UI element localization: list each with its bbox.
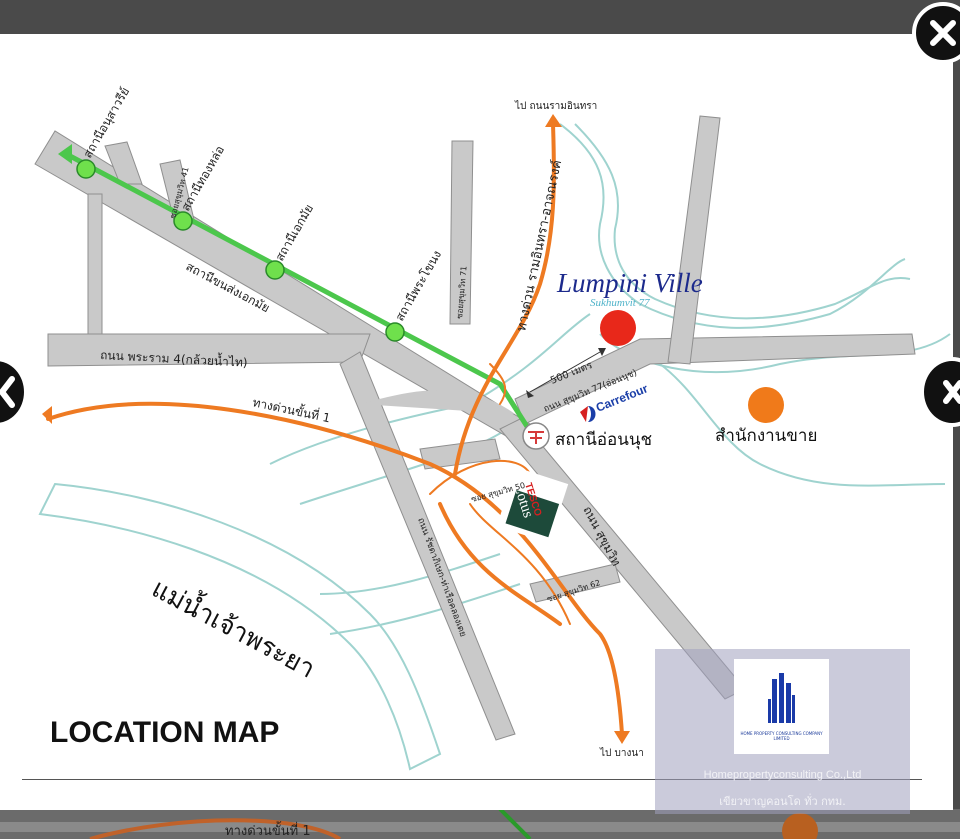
close-button[interactable] <box>912 2 960 64</box>
to-bangna-label: ไป บางนา <box>599 747 644 759</box>
sales-office-label: สำนักงานขาย <box>715 426 817 446</box>
company-logo: HOME PROPERTY CONSULTING COMPANY LIMITED <box>734 659 829 754</box>
map-title: LOCATION MAP <box>50 716 279 749</box>
expressway-ramintra-label: ทางด่วน รามอินทรา-อาจณรงค์ <box>513 158 565 332</box>
next-button[interactable] <box>920 357 960 427</box>
station-marker <box>265 260 285 280</box>
road-soi-62 <box>529 563 621 603</box>
to-ramintra-label: ไป ถนนรามอินทรา <box>514 100 597 112</box>
bg-expressway-label: ทางด่วนขั้นที่ 1 <box>225 821 311 839</box>
road-ekkamai <box>87 193 103 340</box>
chevron-right-icon <box>943 380 960 404</box>
logo-caption: HOME PROPERTY CONSULTING COMPANY LIMITED <box>740 731 823 741</box>
station-marker <box>385 322 405 342</box>
project-marker <box>600 310 636 346</box>
project-subname: Sukhumvit 77 <box>590 297 650 309</box>
station-label-ekkamai: สถานีเอกมัย <box>272 202 316 264</box>
sales-office-marker <box>748 387 784 423</box>
chevron-left-icon <box>0 376 15 408</box>
bts-onnut-label: สถานีอ่อนนุช <box>555 430 652 450</box>
arrow-down-icon <box>614 731 630 744</box>
station-label-phrakhanong: สถานีพระโขนง <box>392 248 444 323</box>
previous-button[interactable] <box>0 357 28 427</box>
watermark: HOME PROPERTY CONSULTING COMPANY LIMITED… <box>655 649 910 814</box>
bg-office-marker <box>782 813 818 839</box>
carrefour-logo-icon <box>580 406 596 422</box>
arrow-up-icon <box>545 114 562 127</box>
project-name: Lumpini Ville <box>556 268 703 298</box>
close-icon <box>930 20 956 46</box>
station-marker <box>76 159 96 179</box>
bts-onnut-icon <box>522 422 550 450</box>
river-label: แม่น้ำเจ้าพระยา <box>147 569 322 684</box>
road-soi-77 <box>514 333 916 425</box>
arrow-left-icon <box>42 406 52 424</box>
watermark-company: Homepropertyconsulting Co.,Ltd <box>703 769 862 781</box>
watermark-tagline: เขียวขาญคอนโด ทั่ว กทม. <box>719 795 846 808</box>
